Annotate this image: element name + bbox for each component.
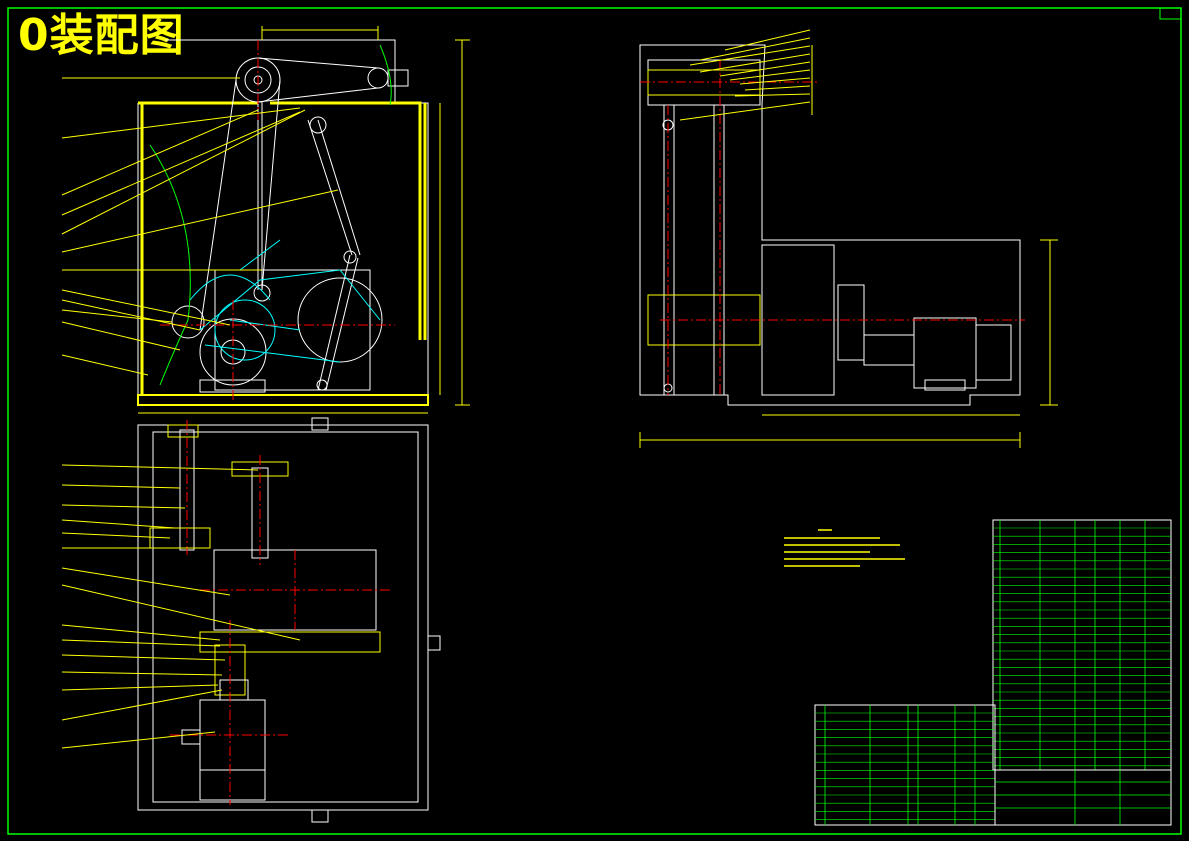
title-block bbox=[994, 769, 1172, 826]
front-view bbox=[61, 26, 470, 414]
motor-block bbox=[214, 269, 371, 391]
corner-mark bbox=[1159, 7, 1182, 20]
driven-wheel bbox=[297, 277, 383, 363]
idler-pulley bbox=[367, 67, 389, 89]
technical-notes bbox=[784, 529, 905, 567]
leader-lines-top bbox=[61, 464, 301, 749]
housing-base bbox=[137, 394, 429, 406]
housing-outline bbox=[137, 39, 429, 406]
leader-lines-side bbox=[679, 29, 811, 121]
housing-wall bbox=[138, 101, 427, 395]
side-view bbox=[639, 29, 1058, 448]
motor-body bbox=[199, 699, 266, 801]
swing-arc bbox=[149, 144, 191, 386]
sheet-border bbox=[7, 7, 1182, 835]
top-view bbox=[61, 417, 441, 823]
side-frame bbox=[639, 44, 1021, 406]
base-plate bbox=[137, 424, 429, 811]
parts-list bbox=[814, 519, 1172, 826]
side-motor bbox=[913, 317, 977, 389]
leader-lines bbox=[61, 77, 339, 376]
assembly-drawing bbox=[7, 7, 1182, 835]
